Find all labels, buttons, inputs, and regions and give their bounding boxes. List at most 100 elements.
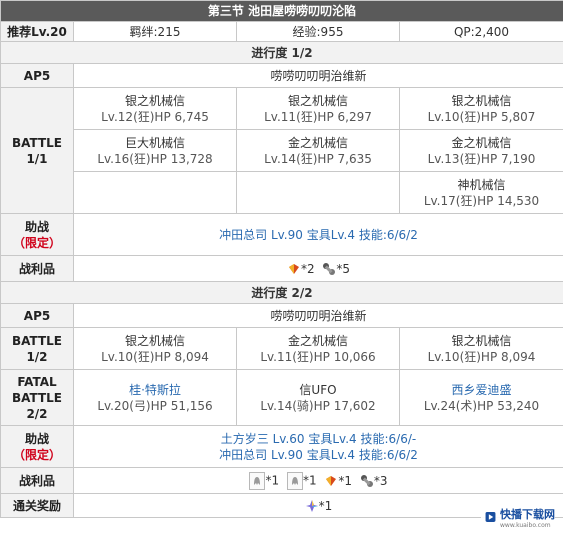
battle2-row: BATTLE 1/2 银之机械信 Lv.10(狂)HP 8,094 金之机械信 Lv… [0, 327, 563, 370]
battle-label-2: BATTLE 1/2 [0, 327, 74, 370]
drops-label-2: 战利品 [0, 467, 74, 494]
enemy-name: 神机械信 [457, 177, 506, 192]
enemy-stat: Lv.10(狂)HP 8,094 [101, 349, 209, 364]
enemy-cell: 银之机械信 Lv.10(狂)HP 8,094 [73, 327, 237, 370]
quest-name-2: 唠唠叨叨明治维新 [73, 303, 563, 328]
battle-label-3: FATAL BATTLE 2/2 [0, 369, 74, 426]
enemy-name: 银之机械信 [124, 93, 185, 108]
support-servant-1: 冲田总司 Lv.90 宝具Lv.4 技能:6/6/2 [73, 213, 563, 256]
reward-label: 通关奖励 [0, 493, 74, 518]
drops-row-2: 战利品 *1 *1 *1 *3 [0, 467, 563, 494]
support-servant: 土方岁三 Lv.60 宝具Lv.4 技能:6/6/- [220, 431, 417, 446]
enemy-cell: 神机械信 Lv.17(狂)HP 14,530 [399, 171, 563, 214]
drop-item: *1 [286, 471, 317, 490]
saint-quartz-icon [305, 499, 319, 513]
quest-title: 第三节 池田屋唠唠叨叨沦陷 [0, 0, 563, 22]
enemy-name: 桂·特斯拉 [129, 382, 181, 397]
watermark-text-block: 快播下载网 www.kuaibo.com [500, 506, 555, 529]
watermark-logo-icon [485, 512, 496, 522]
enemy-cell: 金之机械信 Lv.14(狂)HP 7,635 [236, 129, 400, 172]
drop-count: *5 [336, 261, 351, 276]
reward-count: *1 [318, 498, 333, 513]
enemy-cell: 信UFO Lv.14(骑)HP 17,602 [236, 369, 400, 426]
support-row-2: 助战（限定） 土方岁三 Lv.60 宝具Lv.4 技能:6/6/- 冲田总司 L… [0, 425, 563, 468]
enemy-stat: Lv.10(狂)HP 8,094 [427, 349, 536, 364]
enemy-cell: 银之机械信 Lv.10(狂)HP 5,807 [399, 87, 563, 130]
qp-value: QP:2,400 [399, 21, 563, 42]
battle-label-2-line2: 1/2 [26, 349, 48, 364]
title-row: 第三节 池田屋唠唠叨叨沦陷 [0, 0, 563, 22]
reward-row: 通关奖励 *1 [0, 493, 563, 518]
enemy-name: 西乡爱迪盛 [451, 382, 512, 397]
enemy-cell: 银之机械信 Lv.10(狂)HP 8,094 [399, 327, 563, 370]
enemy-name: 金之机械信 [287, 135, 348, 150]
watermark-text: 快播下载网 [500, 507, 555, 521]
reward-item: *1 [305, 498, 333, 514]
enemy-stat: Lv.20(弓)HP 51,156 [97, 398, 213, 413]
drop-count: *2 [300, 261, 315, 276]
battle1-row-b: 巨大机械信 Lv.16(狂)HP 13,728 金之机械信 Lv.14(狂)HP 7… [1, 129, 563, 172]
drops-row-1: 战利品 *2 *5 [0, 255, 563, 282]
enemy-cell: 西乡爱迪盛 Lv.24(术)HP 53,240 [399, 369, 563, 426]
drop-item: *5 [322, 261, 350, 277]
quest-table: 第三节 池田屋唠唠叨叨沦陷 推荐Lv.20 羁绊:215 经验:955 QP:2… [0, 0, 563, 518]
header-row: 推荐Lv.20 羁绊:215 经验:955 QP:2,400 [0, 21, 563, 42]
drops-label-1: 战利品 [0, 255, 74, 282]
watermark-sub: www.kuaibo.com [500, 521, 551, 529]
enemy-cell: 金之机械信 Lv.13(狂)HP 7,190 [399, 129, 563, 172]
enemy-name: 银之机械信 [451, 333, 512, 348]
drop-count: *1 [265, 473, 280, 487]
ap-label-2: AP5 [0, 303, 74, 328]
watermark: 快播下载网 www.kuaibo.com [481, 498, 555, 536]
battle-label-1-line1: BATTLE [12, 135, 62, 150]
ghost-card-icon [286, 471, 303, 490]
enemy-cell: 银之机械信 Lv.12(狂)HP 6,745 [73, 87, 237, 130]
exp-value: 经验:955 [236, 21, 400, 42]
progress-label-2: 进行度 2/2 [0, 281, 563, 304]
enemy-stat: Lv.24(术)HP 53,240 [423, 398, 540, 413]
enemy-stat: Lv.14(狂)HP 7,635 [264, 151, 372, 166]
drop-item: *1 [324, 473, 352, 489]
fatal-battle-row: FATAL BATTLE 2/2 桂·特斯拉 Lv.20(弓)HP 51,156 … [0, 369, 563, 426]
enemy-name: 信UFO [299, 382, 337, 397]
enemy-stat: Lv.12(狂)HP 6,745 [101, 109, 209, 124]
enemy-name: 金之机械信 [287, 333, 348, 348]
enemy-stat: Lv.10(狂)HP 5,807 [427, 109, 536, 124]
enemy-stat: Lv.17(狂)HP 14,530 [423, 193, 540, 208]
enemy-stat: Lv.16(狂)HP 13,728 [97, 151, 213, 166]
enemy-name: 巨大机械信 [124, 135, 185, 150]
drop-count: *3 [373, 473, 388, 488]
battle-label-2-line1: BATTLE [12, 333, 62, 348]
drop-item: *2 [287, 261, 315, 277]
enemy-name: 银之机械信 [287, 93, 348, 108]
drop-item: *1 [249, 471, 280, 490]
support-servant: 冲田总司 Lv.90 宝具Lv.4 技能:6/6/2 [219, 447, 418, 462]
gem-icon [324, 474, 338, 488]
enemy-name: 银之机械信 [451, 93, 512, 108]
quest-name-1: 唠唠叨叨明治维新 [73, 63, 563, 88]
progress-row-1: 进行度 1/2 [0, 41, 563, 64]
support-limited-text: （限定） [12, 447, 61, 462]
support-row-1: 助战（限定） 冲田总司 Lv.90 宝具Lv.4 技能:6/6/2 [0, 213, 563, 256]
drops-cell-2: *1 *1 *1 *3 [73, 467, 563, 494]
enemy-cell-empty [236, 171, 400, 214]
support-label-text: 助战 [24, 431, 49, 446]
support-limited-text: （限定） [12, 235, 61, 250]
enemy-cell: 银之机械信 Lv.11(狂)HP 6,297 [236, 87, 400, 130]
battle1-row-a: BATTLE 1/1 银之机械信 Lv.12(狂)HP 6,745 银之机械信 Lv… [0, 87, 563, 214]
enemy-cell: 金之机械信 Lv.11(狂)HP 10,066 [236, 327, 400, 370]
battle-label-3-line1: FATAL [17, 374, 57, 389]
progress-label-1: 进行度 1/2 [0, 41, 563, 64]
bone-icon [360, 474, 374, 488]
enemy-cell: 巨大机械信 Lv.16(狂)HP 13,728 [73, 129, 237, 172]
battle-label-3-line3: 2/2 [26, 406, 48, 421]
drop-item: *3 [360, 473, 388, 489]
enemy-cell-empty [73, 171, 237, 214]
battle-label-1: BATTLE 1/1 [0, 87, 74, 214]
enemy-cell: 桂·特斯拉 Lv.20(弓)HP 51,156 [73, 369, 237, 426]
support-label-1: 助战（限定） [0, 213, 74, 256]
support-label-2: 助战（限定） [0, 425, 74, 468]
bond-value: 羁绊:215 [73, 21, 237, 42]
drop-count: *1 [338, 473, 353, 488]
battle-label-1-line2: 1/1 [26, 151, 48, 166]
